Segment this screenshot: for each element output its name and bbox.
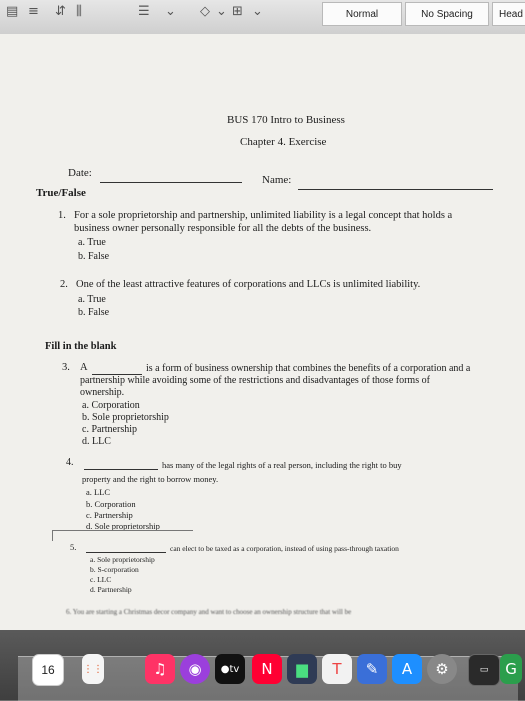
q1-line1: For a sole proprietorship and partnershi… [74,210,453,221]
section-fill-blank: Fill in the blank [45,341,117,352]
calendar-day: 16 [41,663,55,677]
date-field[interactable] [100,182,242,183]
tv-label: tv [229,663,240,675]
q1-option-a: a. True [78,237,106,248]
apple-icon: ● [220,663,230,675]
chevron-down-icon[interactable]: ⌄ [216,4,227,19]
word-ribbon: ▤ ≡ ⇵ ⫼ ☰ ⌄ ◇ ⌄ ⊞ ⌄ Normal No Spacing He… [0,0,525,35]
q5-option-b: b. S-corporation [90,565,139,574]
q2-option-b: b. False [78,307,110,318]
q3-option-b: b. Sole proprietorship [82,412,169,423]
terminal-app[interactable]: ▭ [468,654,500,686]
q1-line2: business owner personally responsible fo… [74,223,372,234]
q5-line1: can elect to be taxed as a corporation, … [170,544,399,553]
music-app[interactable]: ♫ [145,654,175,684]
q4-option-a: a. LLC [86,487,111,497]
q3-lead: A [80,362,88,373]
q2-text: One of the least attractive features of … [76,279,421,290]
style-heading[interactable]: Head [492,2,525,26]
q4-number: 4. [66,457,74,468]
podcast-icon: ◉ [188,660,202,678]
q4-option-b: b. Corporation [86,499,136,509]
q3-line3: ownership. [80,387,125,398]
q6-text: 6. You are starting a Christmas decor co… [66,608,352,616]
podcasts-app[interactable]: ◉ [180,654,210,684]
document-page[interactable]: BUS 170 Intro to Business Chapter 4. Exe… [0,34,525,630]
q2-option-a: a. True [78,294,106,305]
list-icon[interactable]: ☰ [138,4,150,19]
q5-blank[interactable] [86,552,166,553]
excel-app[interactable]: G [500,654,522,684]
spreadsheet-icon: G [505,660,517,678]
q4-blank[interactable] [84,469,158,470]
pages-app[interactable]: ✎ [357,654,387,684]
date-label: Date: [68,167,92,179]
reminders-app[interactable]: ⋮⋮ [82,654,104,684]
q5-option-d: d. Partnership [90,585,132,594]
q3-number: 3. [62,362,70,373]
style-heading-label: Head [499,8,523,20]
borders-icon[interactable]: ⊞ [232,4,243,19]
mac-dock: 16 ⋮⋮ ♫ ◉ ● tv N ▆ T ✎ A ⚙ ▭ G [0,630,525,701]
keynote-icon: T [332,660,342,678]
q3-line1: is a form of business ownership that com… [146,363,471,374]
course-title: BUS 170 Intro to Business [227,114,345,126]
shading-icon[interactable]: ◇ [200,4,210,19]
gear-icon: ⚙ [435,660,449,678]
pencil-icon: ✎ [365,660,379,678]
style-normal[interactable]: Normal [322,2,402,26]
q3-line2: partnership while avoiding some of the r… [80,375,430,386]
q4-option-c: c. Partnership [86,510,133,520]
news-app[interactable]: N [252,654,282,684]
tv-app[interactable]: ● tv [215,654,245,684]
system-preferences-app[interactable]: ⚙ [427,654,457,684]
name-field[interactable] [298,189,493,190]
q3-option-d: d. LLC [82,436,111,447]
columns-icon[interactable]: ⫼ [76,4,82,19]
style-normal-label: Normal [345,8,379,20]
reminders-icon: ⋮⋮ [83,663,103,675]
app-store-app[interactable]: A [392,654,422,684]
app-store-icon: A [401,660,413,678]
style-no-spacing[interactable]: No Spacing [405,2,489,26]
chapter-title: Chapter 4. Exercise [240,136,327,148]
align-icon[interactable]: ≡ [28,4,39,19]
name-label: Name: [262,174,292,186]
music-note-icon: ♫ [153,660,167,678]
stocks-app[interactable]: ▆ [287,654,317,684]
q1-number: 1. [58,210,66,221]
keynote-app[interactable]: T [322,654,352,684]
q1-option-b: b. False [78,251,110,262]
section-true-false: True/False [36,187,86,199]
q4-line2: property and the right to borrow money. [82,474,219,484]
calendar-app[interactable]: 16 [32,654,64,686]
q5-number: 5. [70,542,77,552]
chevron-down-icon[interactable]: ⌄ [252,4,263,19]
q4-line1: has many of the legal rights of a real p… [162,460,402,470]
terminal-icon: ▭ [479,665,489,675]
chart-bars-icon: ▆ [296,660,308,678]
section-break-marker [52,530,193,541]
news-icon: N [261,660,273,678]
q3-option-c: c. Partnership [82,424,137,435]
style-no-spacing-label: No Spacing [421,8,473,20]
line-spacing-icon[interactable]: ⇵ [55,4,66,19]
chevron-down-icon[interactable]: ⌄ [165,4,176,19]
q5-option-c: c. LLC [90,575,112,584]
q3-option-a: a. Corporation [82,400,140,411]
q2-number: 2. [60,279,68,290]
q5-option-a: a. Sole proprietorship [90,555,155,564]
justify-icon[interactable]: ▤ [6,4,18,19]
